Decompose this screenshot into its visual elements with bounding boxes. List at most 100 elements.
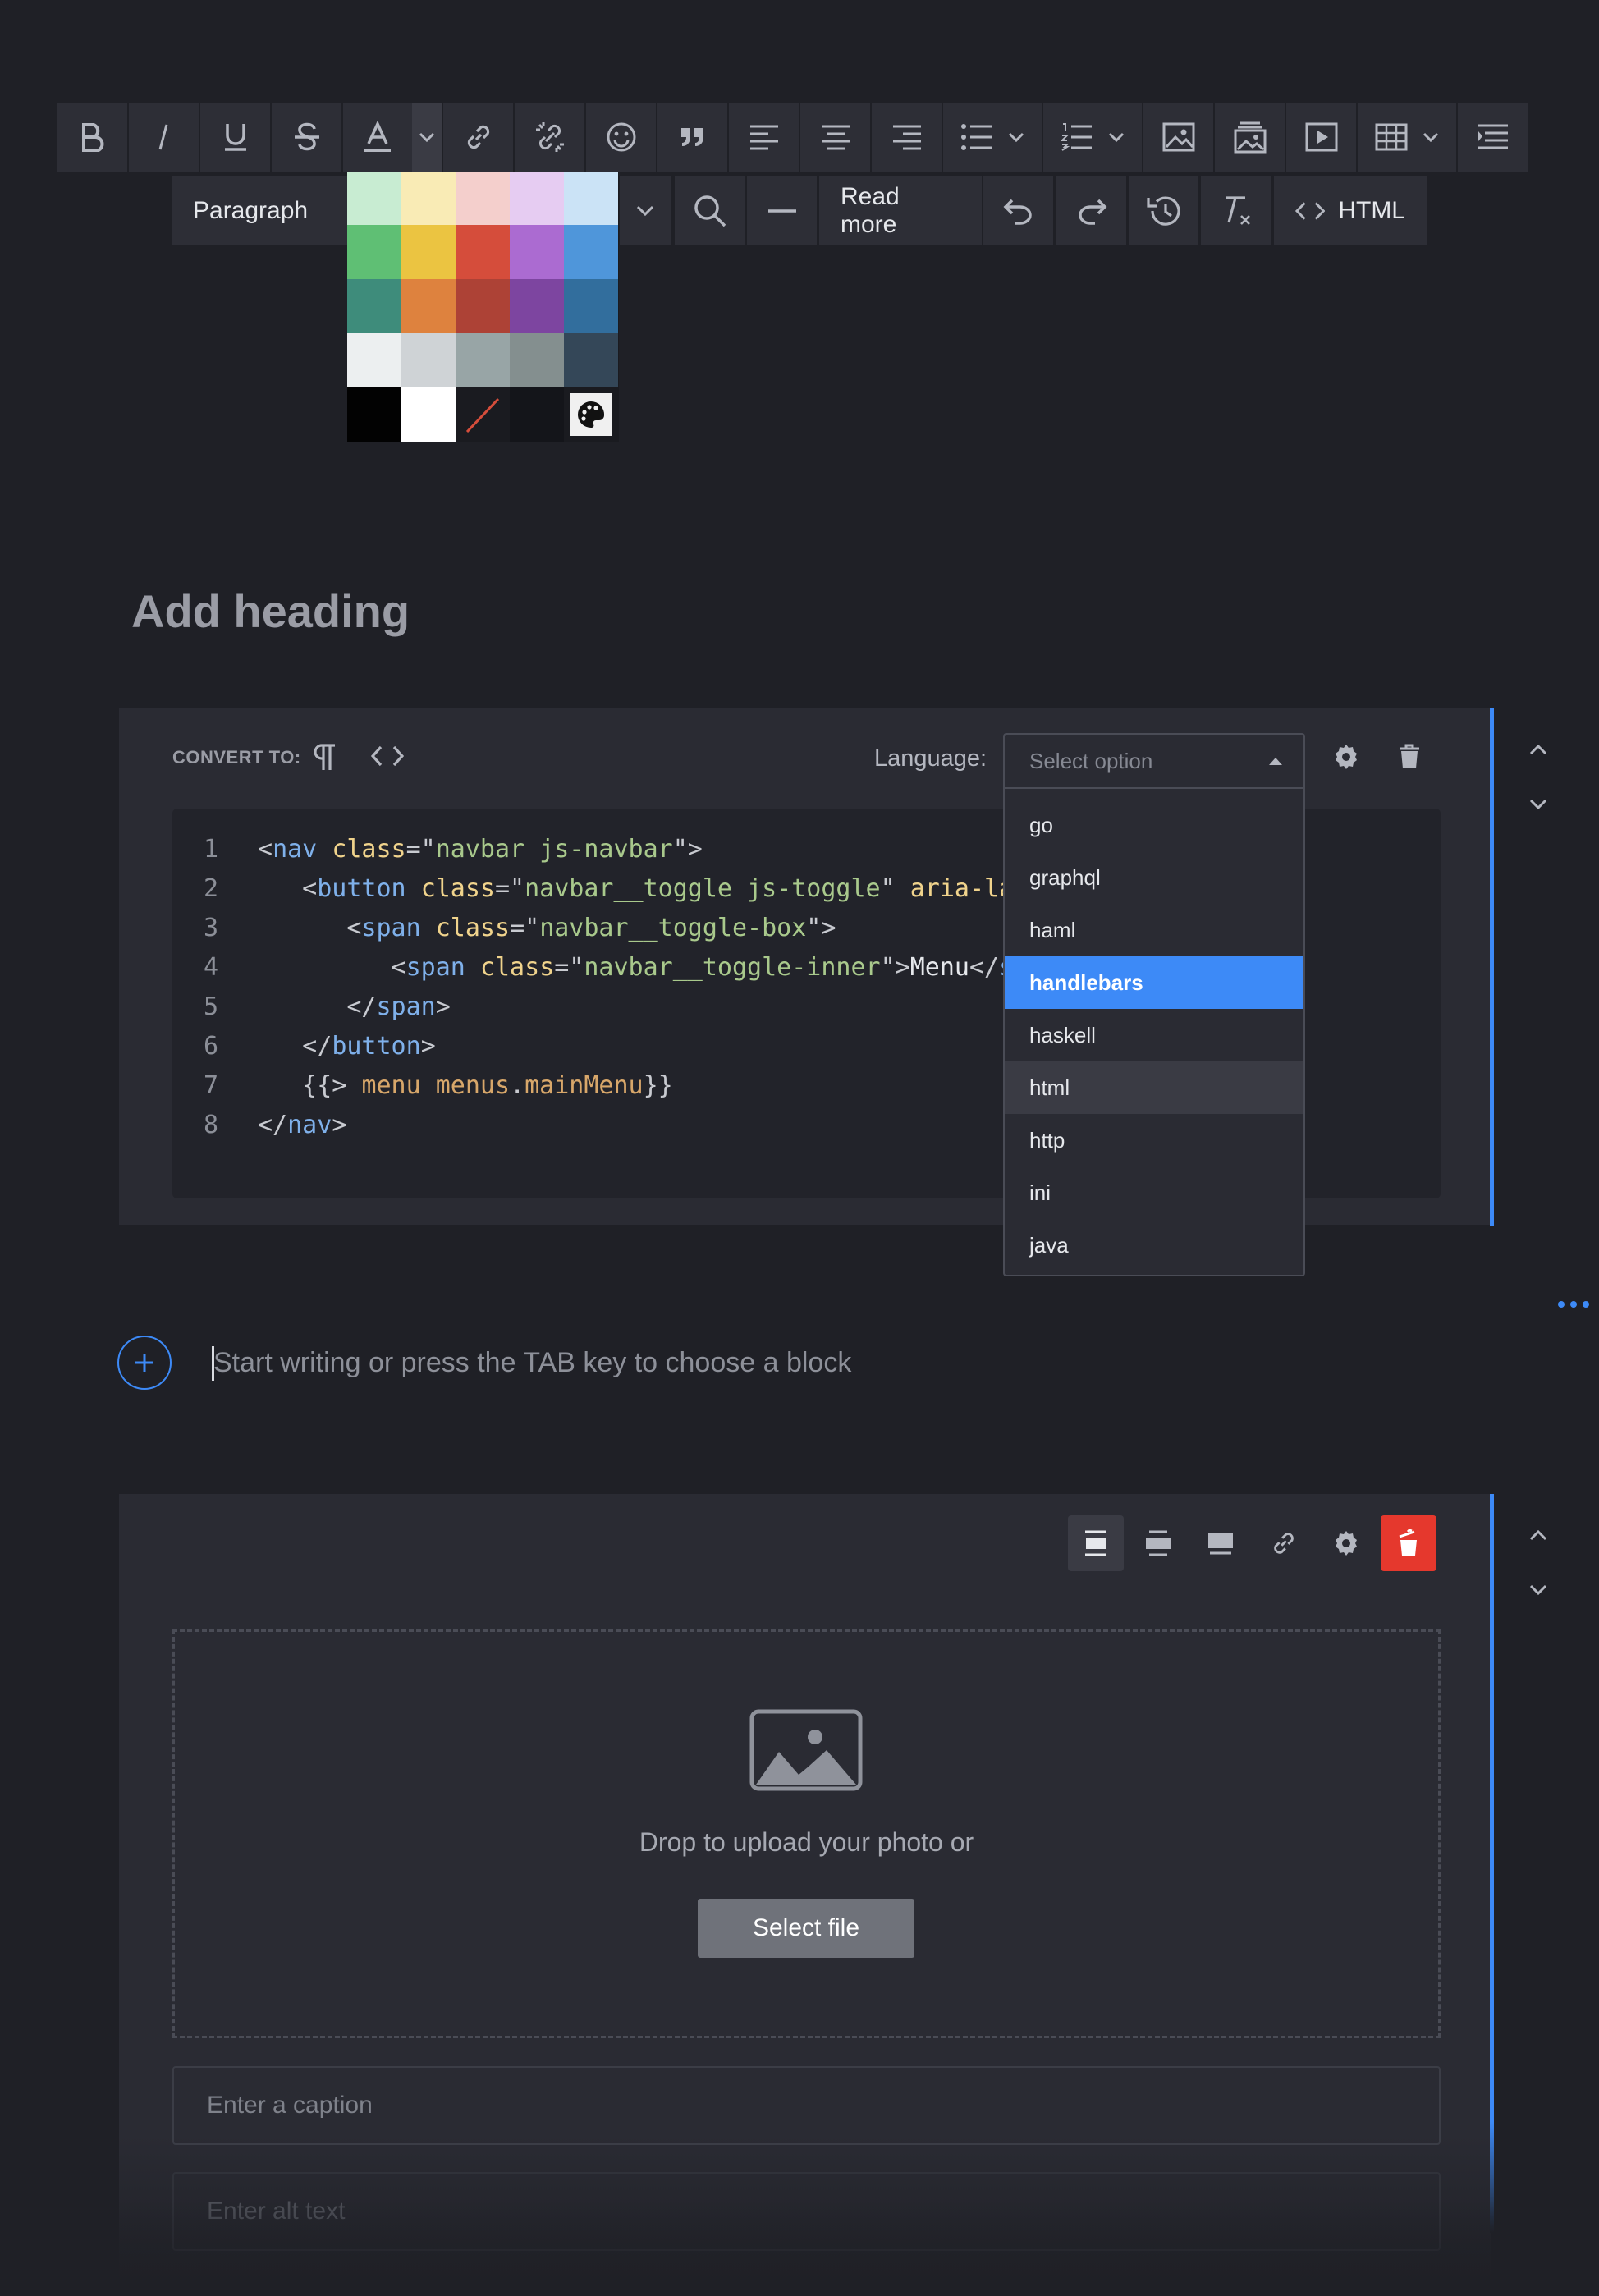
image-placeholder-icon xyxy=(749,1709,863,1791)
emoji-button[interactable] xyxy=(586,103,656,172)
color-swatch[interactable] xyxy=(347,225,401,279)
image-settings-button[interactable] xyxy=(1318,1515,1374,1571)
color-swatch[interactable] xyxy=(401,387,456,442)
language-option-graphql[interactable]: graphql xyxy=(1005,851,1303,904)
font-color-button[interactable] xyxy=(343,103,442,172)
image-align-wide-button[interactable] xyxy=(1130,1515,1186,1571)
convert-to-paragraph-button[interactable] xyxy=(312,742,338,772)
color-swatch[interactable] xyxy=(456,172,510,225)
html-source-button[interactable]: HTML xyxy=(1274,176,1427,245)
code-line: <button class="navbar__toggle js-toggle"… xyxy=(258,874,1029,903)
language-option-ini[interactable]: ini xyxy=(1005,1166,1303,1219)
caption-input[interactable]: Enter a caption xyxy=(172,2066,1441,2145)
underline-button[interactable] xyxy=(200,103,270,172)
insert-gallery-button[interactable] xyxy=(1215,103,1285,172)
read-more-button[interactable]: Read more xyxy=(819,176,982,245)
color-swatch[interactable] xyxy=(510,172,564,225)
paragraph-block-input[interactable]: Start writing or press the TAB key to ch… xyxy=(213,1347,851,1379)
blockquote-button[interactable] xyxy=(657,103,727,172)
color-swatch[interactable] xyxy=(564,333,618,387)
color-swatch[interactable] xyxy=(510,279,564,333)
color-swatch[interactable] xyxy=(510,333,564,387)
convert-to-code-button[interactable] xyxy=(371,745,404,767)
link-button[interactable] xyxy=(443,103,513,172)
heading-input[interactable]: Add heading xyxy=(131,584,410,638)
color-swatch[interactable] xyxy=(564,279,618,333)
image-align-center-button[interactable] xyxy=(1068,1515,1124,1571)
language-option-java[interactable]: java xyxy=(1005,1219,1303,1272)
align-left-button[interactable] xyxy=(729,103,799,172)
color-swatch[interactable] xyxy=(401,172,456,225)
unlink-button[interactable] xyxy=(515,103,584,172)
undo-button[interactable] xyxy=(983,176,1053,245)
language-option-http[interactable]: http xyxy=(1005,1114,1303,1166)
insert-image-button[interactable] xyxy=(1143,103,1213,172)
more-options-icon[interactable] xyxy=(1556,1299,1591,1309)
color-swatch[interactable] xyxy=(456,333,510,387)
chevron-up-icon xyxy=(1529,744,1547,755)
insert-table-button[interactable] xyxy=(1358,103,1456,172)
align-right-button[interactable] xyxy=(872,103,942,172)
color-swatch[interactable] xyxy=(456,225,510,279)
language-option-html[interactable]: html xyxy=(1005,1061,1303,1114)
color-swatch[interactable] xyxy=(401,333,456,387)
image-delete-button[interactable] xyxy=(1381,1515,1436,1571)
unlink-icon xyxy=(535,122,564,152)
language-select-field[interactable]: Select option xyxy=(1005,735,1303,789)
code-line: </span> xyxy=(258,992,451,1021)
strikethrough-button[interactable] xyxy=(272,103,341,172)
italic-icon xyxy=(158,124,167,150)
language-option-go[interactable]: go xyxy=(1005,799,1303,851)
language-option-haskell[interactable]: haskell xyxy=(1005,1009,1303,1061)
language-option-haml[interactable]: haml xyxy=(1005,904,1303,956)
numbered-list-button[interactable] xyxy=(1043,103,1142,172)
full-width-icon xyxy=(1208,1533,1233,1555)
color-swatch[interactable] xyxy=(401,225,456,279)
html-source-label: HTML xyxy=(1338,197,1405,224)
outline-button[interactable] xyxy=(1458,103,1528,172)
code-line: <nav class="navbar js-navbar"> xyxy=(258,835,703,864)
insert-video-button[interactable] xyxy=(1286,103,1356,172)
bulleted-list-button[interactable] xyxy=(943,103,1042,172)
color-swatch[interactable] xyxy=(347,333,401,387)
color-swatch[interactable] xyxy=(456,279,510,333)
color-swatch[interactable] xyxy=(347,172,401,225)
align-center-icon xyxy=(821,125,850,150)
color-swatch[interactable] xyxy=(347,387,401,442)
italic-button[interactable] xyxy=(129,103,199,172)
color-swatch[interactable] xyxy=(510,225,564,279)
no-color-swatch[interactable] xyxy=(456,387,510,442)
language-select[interactable]: Select option go graphql haml handlebars has… xyxy=(1003,733,1305,1276)
image-block-selection-rail xyxy=(1490,1494,1494,2233)
horizontal-line-button[interactable] xyxy=(747,176,817,245)
bold-icon xyxy=(81,123,103,152)
code-block-settings-button[interactable] xyxy=(1332,743,1360,771)
color-swatch[interactable] xyxy=(401,279,456,333)
move-image-block-down-button[interactable] xyxy=(1528,1583,1548,1597)
history-button[interactable] xyxy=(1129,176,1198,245)
move-image-block-up-button[interactable] xyxy=(1528,1528,1548,1542)
color-swatch[interactable] xyxy=(510,387,564,442)
paragraph-style-select[interactable]: Paragraph xyxy=(172,176,352,245)
add-block-button[interactable] xyxy=(117,1336,172,1390)
paragraph-style-dropdown-button[interactable] xyxy=(620,176,671,245)
find-button[interactable] xyxy=(675,176,745,245)
align-center-button[interactable] xyxy=(800,103,870,172)
link-icon xyxy=(467,125,489,149)
image-full-width-button[interactable] xyxy=(1193,1515,1249,1571)
select-file-button[interactable]: Select file xyxy=(698,1899,914,1958)
language-option-handlebars[interactable]: handlebars xyxy=(1005,956,1303,1009)
move-block-down-button[interactable] xyxy=(1528,798,1548,811)
color-swatch[interactable] xyxy=(564,172,618,225)
clear-formatting-button[interactable] xyxy=(1201,176,1271,245)
move-block-up-button[interactable] xyxy=(1528,743,1548,756)
code-block-delete-button[interactable] xyxy=(1398,744,1421,770)
chevron-down-icon xyxy=(1423,132,1439,142)
color-swatch[interactable] xyxy=(564,225,618,279)
redo-button[interactable] xyxy=(1056,176,1126,245)
image-link-button[interactable] xyxy=(1256,1515,1312,1571)
color-swatch[interactable] xyxy=(347,279,401,333)
font-color-dropdown-button[interactable] xyxy=(412,103,442,172)
bold-button[interactable] xyxy=(57,103,127,172)
custom-color-button[interactable] xyxy=(564,387,618,442)
